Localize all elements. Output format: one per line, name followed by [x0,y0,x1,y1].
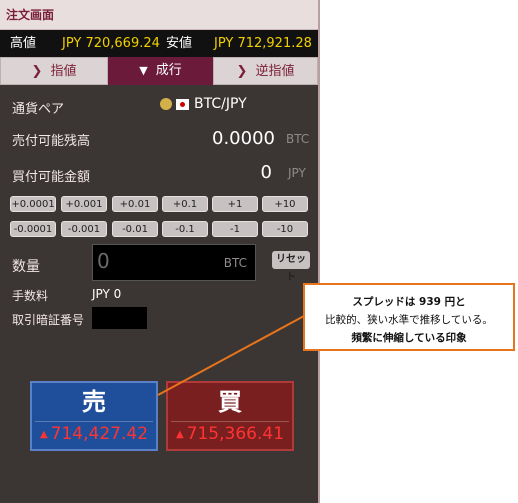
callout-connector [157,315,305,396]
callout-line-2: 比較的、狭い水準で推移している。 [325,314,493,326]
annotation-callout: スプレッドは 939 円と 比較的、狭い水準で推移している。 頻繁に伸縮している… [303,283,515,351]
callout-line-3: 頻繁に伸縮している印象 [351,332,467,344]
callout-line-1: スプレッドは 939 円と [352,296,466,308]
